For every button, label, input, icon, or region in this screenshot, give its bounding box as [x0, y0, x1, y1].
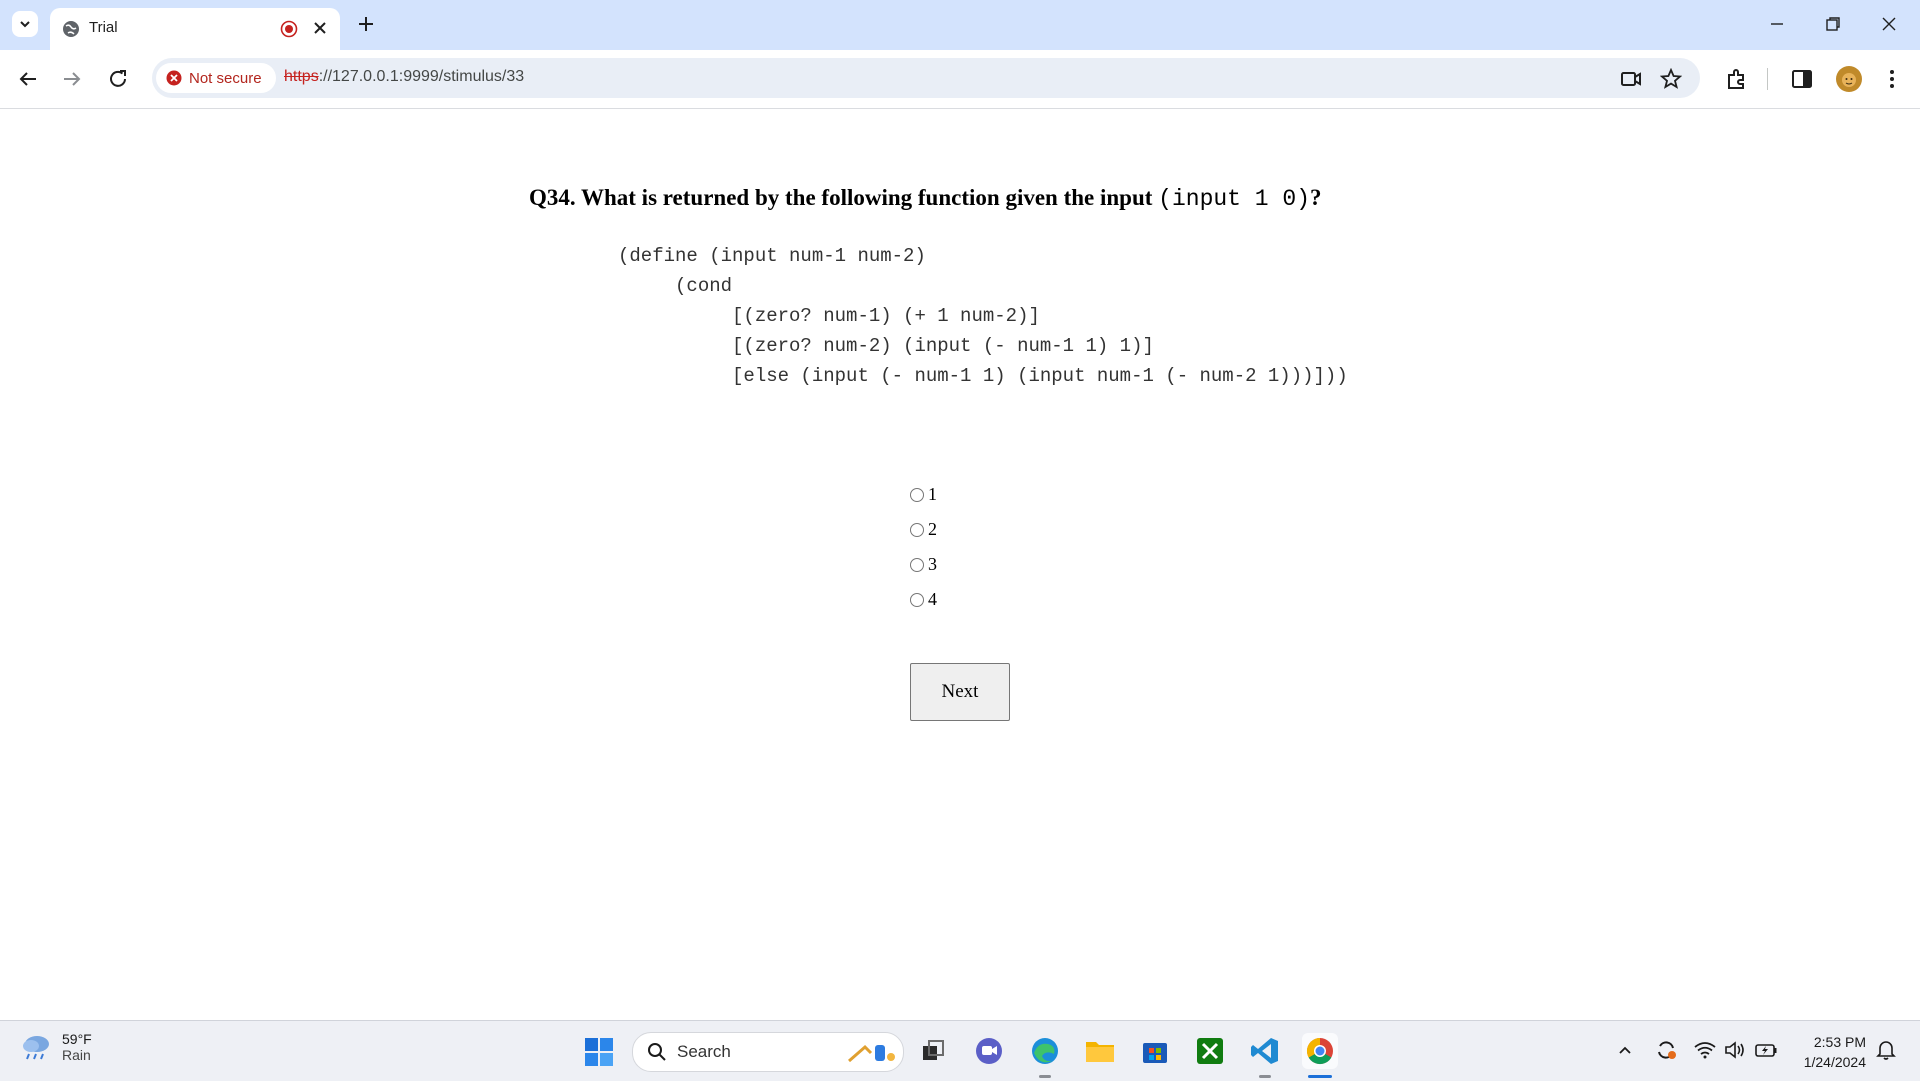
code-line: (cond: [618, 275, 733, 297]
answer-options: 1 2 3 4: [908, 477, 937, 617]
avatar-face-icon: [1842, 73, 1856, 87]
tab-title: Trial: [89, 19, 118, 36]
vscode-button[interactable]: [1247, 1033, 1283, 1069]
globe-icon: [63, 21, 79, 37]
extensions-icon[interactable]: [1725, 67, 1749, 91]
weather-widget[interactable]: 59°F Rain: [20, 1031, 92, 1063]
xbox-button[interactable]: [1192, 1033, 1228, 1069]
profile-avatar[interactable]: [1836, 66, 1862, 92]
wifi-icon[interactable]: [1694, 1041, 1716, 1059]
taskbar: 59°F Rain Search 2:53 PM 1/24/2024: [0, 1020, 1920, 1081]
security-label: Not secure: [189, 69, 262, 87]
code-line: (define (input num-1 num-2): [618, 245, 926, 267]
forward-icon[interactable]: [60, 67, 84, 91]
url-text[interactable]: https://127.0.0.1:9999/stimulus/33: [284, 68, 524, 86]
sync-icon[interactable]: [1654, 1038, 1678, 1062]
windows-start-icon[interactable]: [584, 1037, 614, 1067]
reload-icon[interactable]: [106, 67, 130, 91]
close-window-icon[interactable]: [1880, 15, 1898, 33]
answer-option-3[interactable]: 3: [908, 547, 937, 582]
weather-condition: Rain: [62, 1047, 91, 1063]
answer-label: 2: [928, 519, 937, 539]
clock[interactable]: 2:53 PM 1/24/2024: [1794, 1032, 1866, 1072]
question-title: Q34. What is returned by the following f…: [529, 185, 1322, 212]
chevron-up-icon[interactable]: [1616, 1041, 1634, 1059]
side-panel-icon[interactable]: [1790, 67, 1814, 91]
url-scheme: https: [284, 68, 319, 85]
xbox-icon: [1197, 1038, 1223, 1064]
rain-cloud-icon: [23, 1036, 49, 1060]
code-block: (define (input num-1 num-2) (cond [(zero…: [618, 241, 1348, 391]
store-button[interactable]: [1137, 1033, 1173, 1069]
recording-icon[interactable]: [280, 20, 298, 38]
camera-icon[interactable]: [1620, 68, 1642, 90]
chrome-button[interactable]: [1302, 1033, 1338, 1069]
browser-titlebar: Trial: [0, 0, 1920, 50]
menu-dots-icon[interactable]: [1880, 67, 1904, 91]
clock-time: 2:53 PM: [1813, 1034, 1866, 1050]
edge-browser-icon: [1032, 1038, 1058, 1064]
vscode-icon: [1251, 1038, 1278, 1064]
teams-button[interactable]: [971, 1033, 1007, 1069]
store-icon: [1143, 1043, 1167, 1063]
answer-label: 1: [928, 484, 937, 504]
taskbar-search[interactable]: Search: [632, 1032, 904, 1072]
search-icon: [648, 1043, 666, 1061]
answer-option-2[interactable]: 2: [908, 512, 937, 547]
code-line: [(zero? num-1) (+ 1 num-2)]: [618, 305, 1040, 327]
question-code: (input 1 0): [1158, 186, 1310, 212]
new-tab-icon[interactable]: [356, 14, 376, 34]
question-prefix: Q34. What is returned by the following f…: [529, 185, 1159, 210]
chevron-down-icon: [20, 21, 30, 28]
bookmark-star-icon[interactable]: [1660, 68, 1682, 90]
code-line: [else (input (- num-1 1) (input num-1 (-…: [618, 365, 1348, 387]
answer-radio-4[interactable]: [910, 592, 924, 607]
minimize-icon[interactable]: [1768, 15, 1786, 33]
answer-radio-2[interactable]: [910, 522, 924, 537]
search-placeholder: Search: [677, 1042, 731, 1061]
notification-bell-icon[interactable]: [1876, 1039, 1896, 1061]
weather-temperature: 59°F: [62, 1031, 92, 1047]
meet-chat-icon: [976, 1038, 1002, 1064]
close-tab-icon[interactable]: [312, 20, 328, 36]
app-running-indicator: [1259, 1075, 1271, 1078]
answer-radio-1[interactable]: [910, 487, 924, 502]
edge-button[interactable]: [1027, 1033, 1063, 1069]
code-line: [(zero? num-2) (input (- num-1 1) 1)]: [618, 335, 1154, 357]
answer-label: 4: [928, 589, 937, 609]
answer-option-4[interactable]: 4: [908, 582, 937, 617]
question-suffix: ?: [1310, 185, 1322, 210]
address-bar[interactable]: Not secure https://127.0.0.1:9999/stimul…: [152, 58, 1700, 98]
answer-option-1[interactable]: 1: [908, 477, 937, 512]
next-button[interactable]: Next: [910, 663, 1010, 721]
browser-tab[interactable]: Trial: [50, 8, 340, 50]
browser-toolbar: Not secure https://127.0.0.1:9999/stimul…: [0, 50, 1920, 109]
task-view-button[interactable]: [915, 1033, 951, 1069]
tab-search-button[interactable]: [12, 11, 38, 37]
volume-icon[interactable]: [1724, 1041, 1746, 1059]
app-running-indicator: [1039, 1075, 1051, 1078]
search-highlight-icon: [848, 1044, 895, 1063]
warning-icon: [166, 70, 182, 86]
app-active-indicator: [1308, 1075, 1332, 1078]
restore-icon[interactable]: [1824, 15, 1842, 33]
folder-icon: [1086, 1042, 1114, 1062]
security-indicator[interactable]: Not secure: [156, 63, 276, 93]
battery-icon[interactable]: [1754, 1041, 1778, 1059]
back-icon[interactable]: [16, 67, 40, 91]
file-explorer-button[interactable]: [1082, 1033, 1118, 1069]
url-path: ://127.0.0.1:9999/stimulus/33: [318, 68, 525, 85]
answer-radio-3[interactable]: [910, 557, 924, 572]
clock-date: 1/24/2024: [1803, 1054, 1866, 1070]
page-content: Q34. What is returned by the following f…: [0, 109, 1920, 1019]
task-view-icon: [923, 1040, 944, 1060]
chrome-icon: [1306, 1037, 1333, 1065]
toolbar-divider: [1767, 68, 1768, 90]
answer-label: 3: [928, 554, 937, 574]
